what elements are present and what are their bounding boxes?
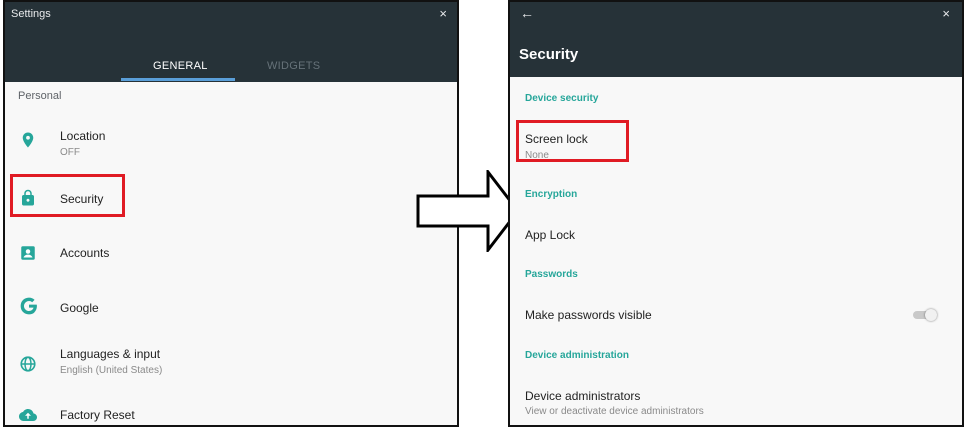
toggle-thumb: [925, 309, 937, 321]
google-g-icon: [20, 297, 37, 315]
tab-widgets[interactable]: WIDGETS: [267, 60, 320, 72]
settings-item-accounts[interactable]: Accounts: [5, 227, 457, 277]
cloud-upload-icon: [19, 409, 37, 421]
category-device-security: Device security: [525, 93, 599, 104]
security-highlight-box: [10, 174, 125, 217]
section-personal: Personal: [18, 90, 62, 102]
location-pin-icon: [22, 132, 34, 148]
item-subtitle: View or deactivate device administrators: [525, 406, 704, 417]
close-icon[interactable]: ×: [439, 7, 447, 20]
item-subtitle: OFF: [60, 147, 80, 158]
item-title: Google: [60, 301, 99, 315]
item-title: Location: [60, 129, 106, 143]
item-title: Factory Reset: [60, 408, 135, 422]
flow-arrow-icon: [416, 170, 520, 252]
category-device-administration: Device administration: [525, 350, 629, 361]
settings-header: Settings × GENERAL WIDGETS: [5, 2, 457, 82]
tab-indicator: [121, 78, 235, 81]
window-title: Settings: [11, 8, 51, 20]
item-title: Device administrators: [525, 389, 641, 403]
settings-item-languages[interactable]: Languages & input English (United States…: [5, 337, 457, 387]
item-subtitle: English (United States): [60, 365, 163, 376]
close-icon[interactable]: ×: [942, 7, 950, 20]
globe-icon: [20, 356, 36, 372]
passwords-visible-toggle[interactable]: [913, 309, 937, 321]
page-title: Security: [519, 46, 579, 63]
settings-item-location[interactable]: Location OFF: [5, 117, 457, 167]
back-arrow-icon[interactable]: ←: [520, 5, 534, 21]
item-title: App Lock: [525, 228, 576, 242]
category-passwords: Passwords: [525, 269, 578, 280]
category-encryption: Encryption: [525, 189, 578, 200]
security-header: ← × Security: [510, 2, 962, 77]
tab-general[interactable]: GENERAL: [153, 60, 208, 72]
account-box-icon: [21, 246, 35, 260]
settings-item-google[interactable]: Google: [5, 282, 457, 332]
settings-panel: Settings × GENERAL WIDGETS Personal Loca…: [3, 0, 459, 427]
item-title: Make passwords visible: [525, 308, 652, 322]
item-title: Accounts: [60, 246, 110, 260]
settings-item-factory-reset[interactable]: Factory Reset: [5, 392, 457, 425]
item-title: Languages & input: [60, 347, 161, 361]
screen-lock-highlight-box: [516, 120, 629, 162]
security-panel: ← × Security Device security Screen lock…: [508, 0, 964, 427]
